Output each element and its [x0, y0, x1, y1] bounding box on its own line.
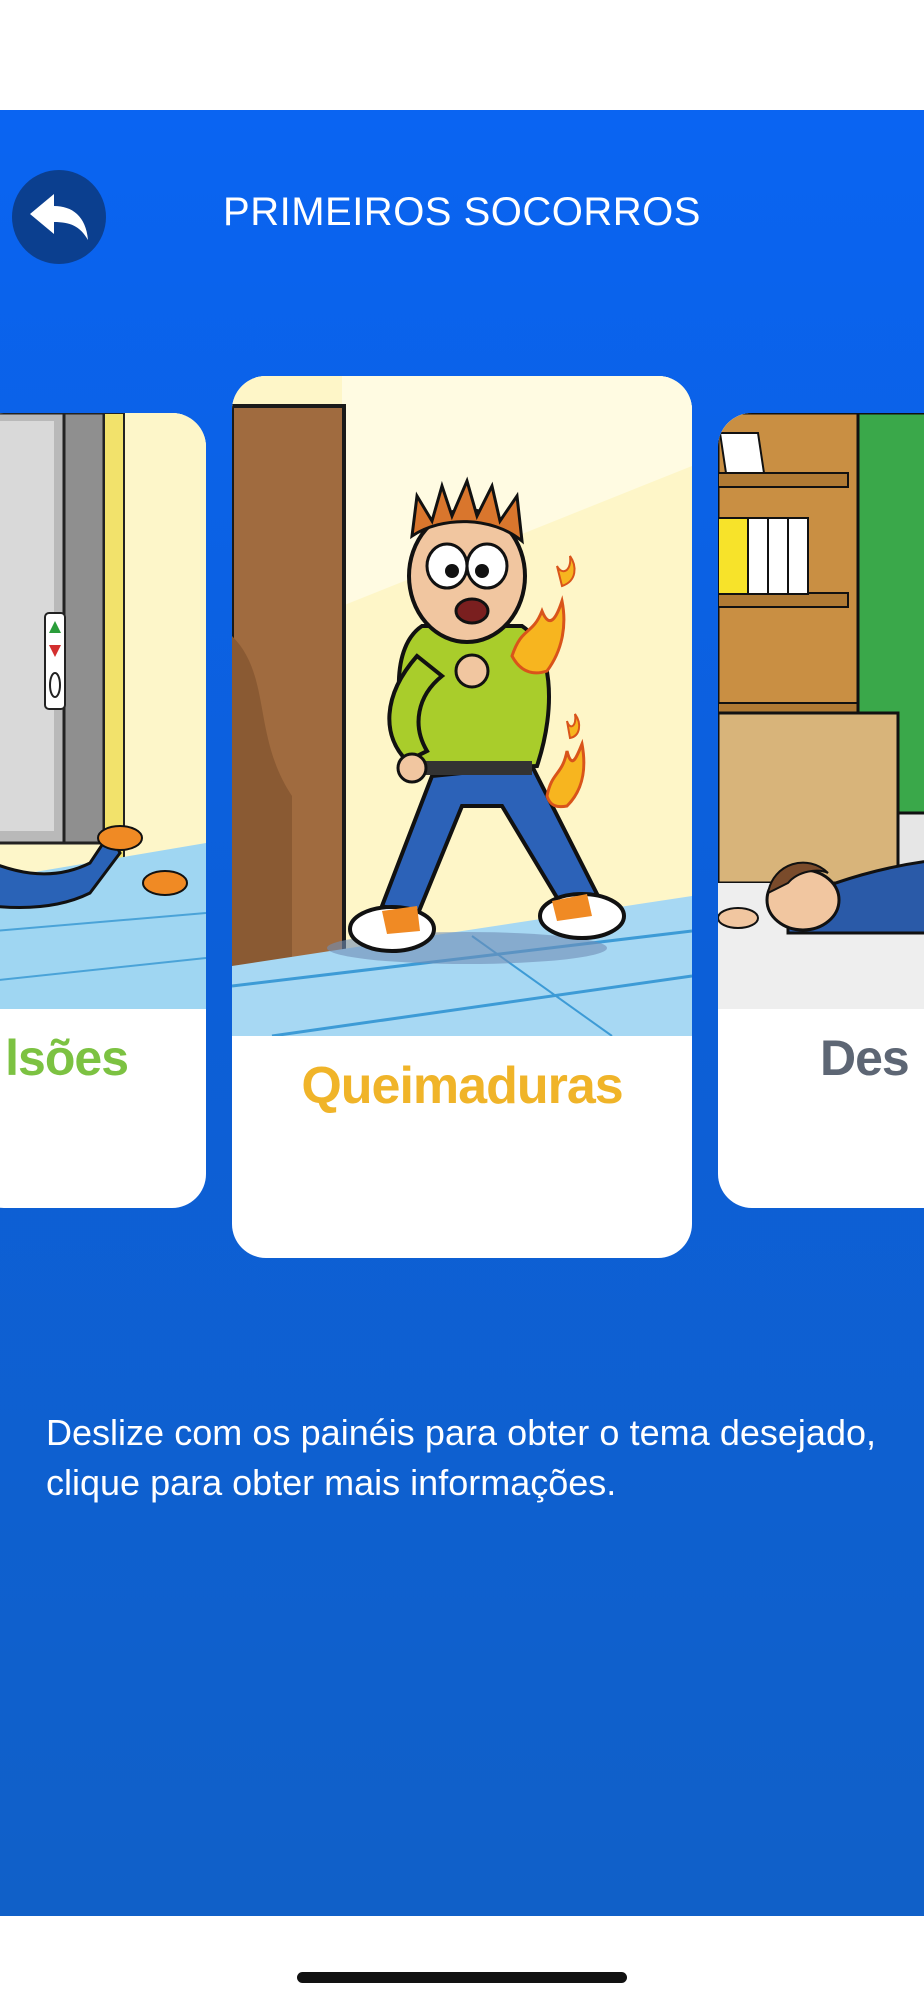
- card-illustration-convulsoes: [0, 413, 206, 1009]
- card-illustration-queimaduras: [232, 376, 692, 1036]
- page-title: PRIMEIROS SOCORROS: [223, 190, 701, 234]
- status-bar: [0, 0, 924, 110]
- card-label-convulsoes: lsões: [5, 1030, 129, 1086]
- card-convulsoes[interactable]: lsões: [0, 413, 206, 1208]
- bottom-bar: [0, 1916, 924, 2000]
- instructions-text: Deslize com os painéis para obter o tema…: [46, 1412, 876, 1503]
- card-queimaduras[interactable]: Queimaduras: [232, 376, 692, 1258]
- card-label-queimaduras: Queimaduras: [301, 1057, 623, 1115]
- card-illustration-desmaio: [718, 413, 924, 1009]
- home-indicator[interactable]: [297, 1972, 627, 1983]
- card-desmaio[interactable]: Des: [718, 413, 924, 1208]
- app-area: PRIMEIROS SOCORROS lsões Queimaduras Des…: [0, 110, 924, 1916]
- card-label-desmaio: Des: [820, 1030, 910, 1086]
